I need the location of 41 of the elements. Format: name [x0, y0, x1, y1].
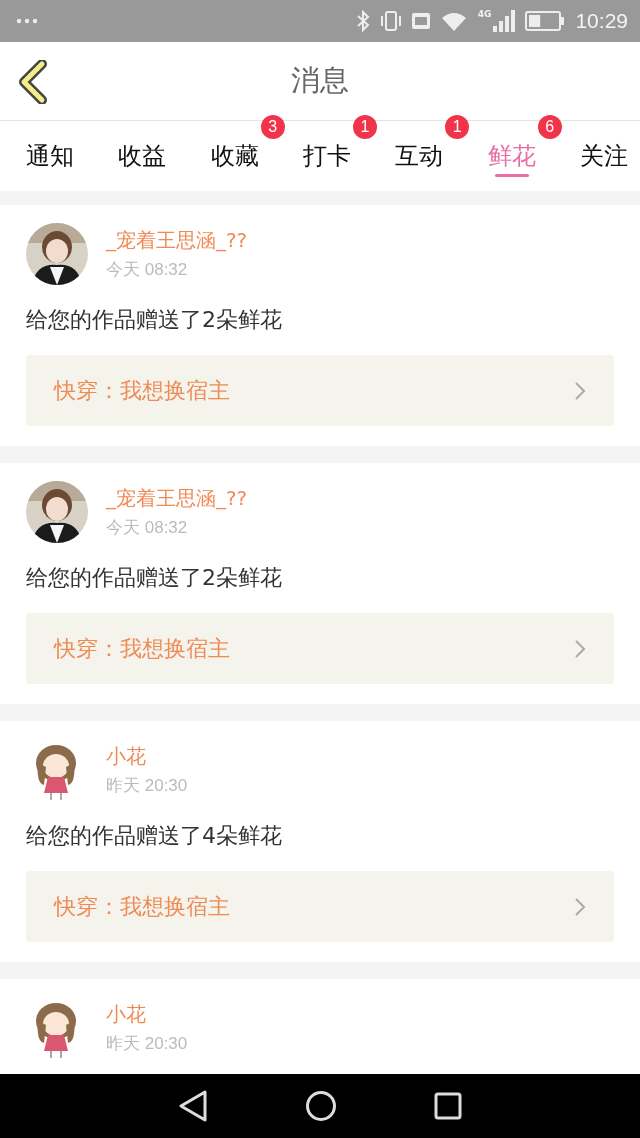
- battery-icon: [525, 11, 566, 31]
- work-link[interactable]: 快穿：我想换宿主: [26, 355, 614, 426]
- network-type: 4G: [477, 9, 492, 19]
- user-name[interactable]: 小花: [106, 1001, 188, 1028]
- user-name[interactable]: _宠着王思涵_??: [106, 485, 248, 512]
- bluetooth-icon: [355, 10, 370, 32]
- message-text: 给您的作品赠送了2朵鲜花: [26, 564, 283, 592]
- message-time: 昨天 20:30: [106, 775, 188, 797]
- message-text: 给您的作品赠送了4朵鲜花: [26, 822, 283, 850]
- wifi-icon: [439, 10, 468, 32]
- user-name[interactable]: _宠着王思涵_??: [106, 227, 248, 254]
- tab[interactable]: 关注: [579, 121, 628, 191]
- count-badge: 1: [353, 115, 377, 139]
- vibrate-icon: [379, 10, 402, 32]
- count-badge: 1: [445, 115, 470, 139]
- work-title: 快穿：我想换宿主: [54, 892, 230, 921]
- page-title: 消息: [291, 62, 349, 99]
- chevron-right-icon: [574, 638, 586, 659]
- more-icon: [16, 18, 38, 24]
- work-link[interactable]: 快穿：我想换宿主: [26, 613, 614, 684]
- chevron-right-icon: [574, 896, 586, 917]
- back-button[interactable]: [16, 60, 50, 104]
- signal-icon: [493, 10, 516, 32]
- back-nav-button[interactable]: [178, 1090, 209, 1122]
- message-time: 今天 08:32: [106, 517, 189, 539]
- tab-underline: [494, 174, 529, 177]
- work-title: 快穿：我想换宿主: [54, 376, 230, 405]
- tab[interactable]: 通知: [26, 121, 74, 191]
- message-text: 给您的作品赠送了2朵鲜花: [26, 306, 283, 334]
- chevron-right-icon: [574, 380, 586, 401]
- clock: 10:29: [575, 9, 628, 33]
- recents-button[interactable]: [433, 1092, 462, 1120]
- home-button[interactable]: [305, 1090, 337, 1122]
- count-badge: 3: [260, 115, 285, 139]
- message-time: 今天 08:32: [106, 259, 189, 281]
- count-badge: 6: [537, 115, 562, 139]
- work-link[interactable]: 快穿：我想换宿主: [26, 871, 614, 942]
- message-time: 昨天 20:30: [106, 1033, 188, 1055]
- tab[interactable]: 收益: [118, 121, 167, 191]
- work-title: 快穿：我想换宿主: [54, 634, 230, 663]
- user-name[interactable]: 小花: [106, 743, 188, 770]
